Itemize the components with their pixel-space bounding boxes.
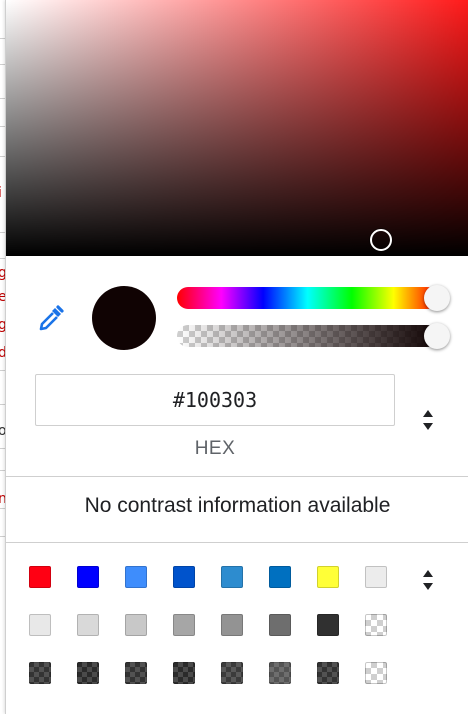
palette-swatch[interactable] [365,662,387,684]
palette-swatch[interactable] [221,662,243,684]
palette-swatch[interactable] [125,614,147,636]
palette-swatch[interactable] [317,566,339,588]
palette-swatch[interactable] [269,566,291,588]
palette-swatch[interactable] [173,662,195,684]
format-toggle-button[interactable] [418,406,438,434]
palette-swatch[interactable] [77,614,99,636]
hue-slider[interactable] [177,287,438,309]
hue-slider-thumb[interactable] [424,285,450,311]
palette-swatch[interactable] [269,614,291,636]
palette-swatch[interactable] [77,662,99,684]
palette-swatch[interactable] [29,566,51,588]
palette-swatch[interactable] [317,662,339,684]
alpha-slider[interactable] [177,325,438,347]
palette-swatch[interactable] [125,662,147,684]
palette-swatch[interactable] [317,614,339,636]
palette-swatch[interactable] [221,614,243,636]
palette-swatch[interactable] [77,566,99,588]
palette-swatch[interactable] [125,566,147,588]
palette-swatch[interactable] [29,662,51,684]
palette-switcher-button[interactable] [418,566,438,594]
palette-swatch[interactable] [221,566,243,588]
up-down-arrows-icon [423,410,433,430]
palette-swatch[interactable] [173,614,195,636]
saturation-value-area[interactable] [6,0,468,256]
saturation-value-handle[interactable] [370,229,392,251]
eyedropper-button[interactable] [36,303,66,333]
divider [6,542,468,543]
hex-input[interactable] [35,374,395,426]
palette-swatch[interactable] [269,662,291,684]
alpha-slider-thumb[interactable] [424,323,450,349]
palette-swatch[interactable] [173,566,195,588]
alpha-gradient [177,325,438,347]
color-picker-popover: HEX No contrast information available [5,0,468,714]
contrast-info-text: No contrast information available [84,494,391,517]
divider [6,476,468,477]
palette-swatch[interactable] [29,614,51,636]
color-format-label: HEX [194,438,236,459]
palette-swatch[interactable] [365,566,387,588]
up-down-arrows-icon [423,570,433,590]
current-color-swatch [92,286,156,350]
palette-swatch[interactable] [365,614,387,636]
eyedropper-icon [39,305,64,331]
